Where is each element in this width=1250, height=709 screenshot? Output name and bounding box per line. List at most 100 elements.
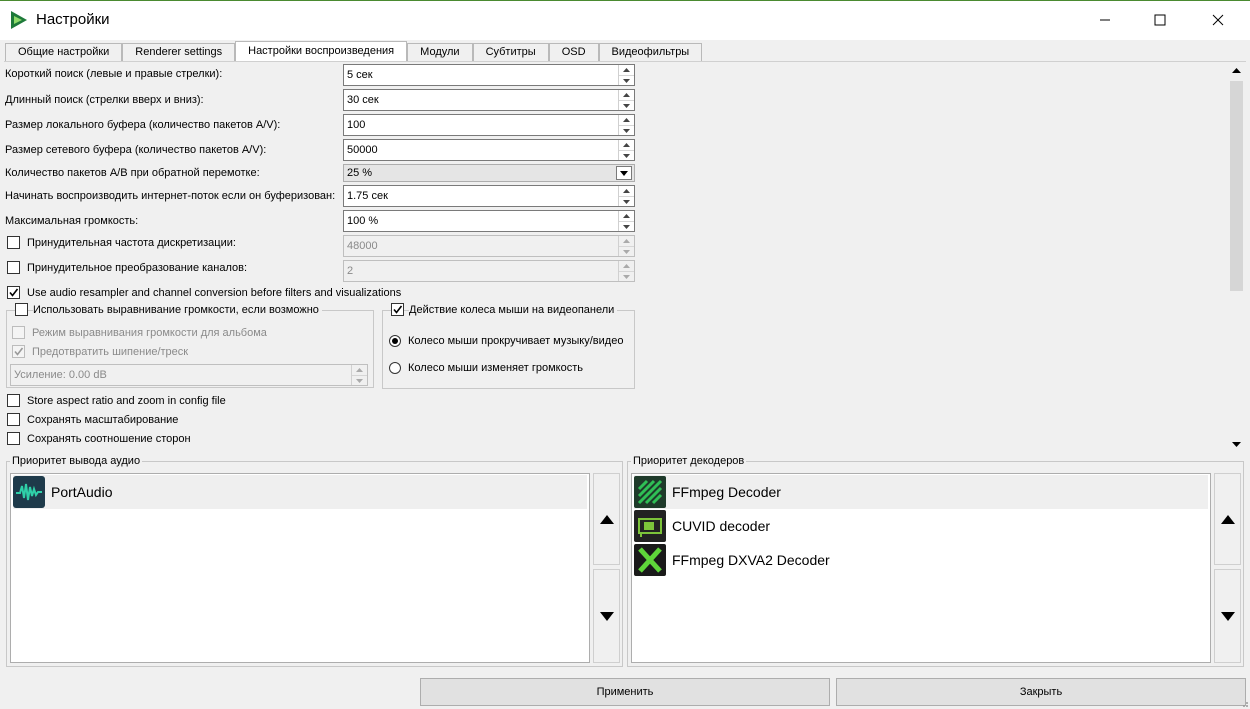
spin-down-icon[interactable]	[619, 100, 634, 110]
short-seek-label: Короткий поиск (левые и правые стрелки):	[5, 68, 223, 80]
spin-down-icon[interactable]	[619, 271, 634, 281]
scrollbar-thumb[interactable]	[1230, 81, 1243, 291]
short-seek-spinbox[interactable]: 5 сек	[343, 64, 635, 86]
decoder-list[interactable]: FFmpeg Decoder CUVID decoder FFmpeg DXVA…	[631, 473, 1211, 663]
checkmark-icon	[14, 347, 24, 356]
apply-button[interactable]: Применить	[420, 678, 830, 706]
decoder-priority-title: Приоритет декодеров	[631, 455, 747, 467]
network-buffer-spinbox[interactable]: 50000	[343, 139, 635, 161]
tab-video-filters[interactable]: Видеофильтры	[598, 43, 703, 62]
keep-ratio-checkbox[interactable]	[7, 432, 20, 445]
chevron-down-icon[interactable]	[616, 166, 632, 180]
scroll-up-icon[interactable]	[1228, 62, 1245, 79]
resampler-checkbox[interactable]	[7, 286, 20, 299]
close-window-button[interactable]	[1195, 1, 1241, 39]
decoder-move-down-button[interactable]	[1214, 569, 1241, 663]
settings-scrollbar[interactable]	[1228, 62, 1245, 454]
tab-modules[interactable]: Модули	[407, 43, 473, 62]
audio-output-list[interactable]: PortAudio	[10, 473, 590, 663]
list-item[interactable]: FFmpeg DXVA2 Decoder	[634, 543, 1208, 577]
samplerate-spinbox[interactable]: 48000	[343, 235, 635, 257]
spin-up-icon[interactable]	[619, 261, 634, 271]
waveform-icon	[13, 476, 45, 508]
tab-playback[interactable]: Настройки воспроизведения	[235, 41, 408, 62]
list-item[interactable]: CUVID decoder	[634, 509, 1208, 543]
wheel-scroll-label: Колесо мыши прокручивает музыку/видео	[408, 335, 624, 347]
spin-down-icon[interactable]	[619, 221, 634, 231]
list-item[interactable]: PortAudio	[13, 475, 587, 509]
tab-renderer[interactable]: Renderer settings	[122, 43, 236, 62]
gpu-card-icon	[634, 510, 666, 542]
spin-up-icon[interactable]	[619, 211, 634, 221]
audio-move-up-button[interactable]	[593, 473, 620, 565]
store-aspect-label: Store aspect ratio and zoom in config fi…	[27, 395, 226, 407]
wheel-action-checkbox[interactable]	[391, 303, 404, 316]
stream-buffered-label: Начинать воспроизводить интернет-поток е…	[5, 190, 336, 202]
scroll-down-icon[interactable]	[1228, 436, 1245, 453]
network-buffer-label: Размер сетевого буфера (количество пакет…	[5, 144, 267, 156]
window-title: Настройки	[36, 11, 110, 28]
keep-ratio-label: Сохранять соотношение сторон	[27, 433, 191, 445]
spin-up-icon[interactable]	[619, 115, 634, 125]
store-aspect-checkbox[interactable]	[7, 394, 20, 407]
spin-up-icon[interactable]	[619, 236, 634, 246]
arrow-up-icon	[1220, 514, 1235, 524]
tab-bar: Общие настройки Renderer settings Настро…	[5, 41, 703, 62]
spin-up-icon[interactable]	[352, 365, 367, 375]
checkmark-icon	[393, 305, 403, 314]
tab-osd[interactable]: OSD	[548, 43, 599, 62]
tab-subtitles[interactable]: Субтитры	[472, 43, 549, 62]
tab-general[interactable]: Общие настройки	[5, 43, 123, 62]
prevent-clipping-label: Предотвратить шипение/треск	[32, 346, 189, 358]
local-buffer-label: Размер локального буфера (количество пак…	[5, 119, 281, 131]
long-seek-spinbox[interactable]: 30 сек	[343, 89, 635, 111]
gain-spinbox[interactable]: Усиление: 0.00 dB	[10, 364, 368, 386]
spin-up-icon[interactable]	[619, 90, 634, 100]
backward-packets-label: Количество пакетов A/B при обратной пере…	[5, 167, 260, 179]
wheel-volume-radio[interactable]	[389, 362, 401, 374]
spin-down-icon[interactable]	[619, 75, 634, 85]
minimize-button[interactable]	[1082, 1, 1128, 39]
resize-grip-icon[interactable]	[1240, 699, 1249, 708]
force-samplerate-label: Принудительная частота дискретизации:	[27, 237, 236, 249]
force-samplerate-checkbox[interactable]	[7, 236, 20, 249]
arrow-up-icon	[599, 514, 614, 524]
minimize-icon	[1100, 19, 1110, 21]
spin-up-icon[interactable]	[619, 186, 634, 196]
channels-spinbox[interactable]: 2	[343, 260, 635, 282]
wheel-scroll-radio[interactable]	[389, 335, 401, 347]
force-channels-checkbox[interactable]	[7, 261, 20, 274]
keep-zoom-checkbox[interactable]	[7, 413, 20, 426]
list-item[interactable]: FFmpeg Decoder	[634, 475, 1208, 509]
maximize-icon	[1154, 14, 1166, 26]
wheel-volume-label: Колесо мыши изменяет громкость	[408, 362, 583, 374]
audio-move-down-button[interactable]	[593, 569, 620, 663]
album-mode-checkbox[interactable]	[12, 326, 25, 339]
title-bar: Настройки	[0, 0, 1250, 40]
force-channels-label: Принудительное преобразование каналов:	[27, 262, 248, 274]
spin-down-icon[interactable]	[619, 246, 634, 256]
spin-down-icon[interactable]	[352, 375, 367, 385]
normalization-checkbox[interactable]	[15, 303, 28, 316]
spin-up-icon[interactable]	[619, 140, 634, 150]
max-volume-spinbox[interactable]: 100 %	[343, 210, 635, 232]
spin-down-icon[interactable]	[619, 125, 634, 135]
audio-priority-title: Приоритет вывода аудио	[10, 455, 143, 467]
local-buffer-spinbox[interactable]: 100	[343, 114, 635, 136]
close-button[interactable]: Закрыть	[836, 678, 1246, 706]
album-mode-label: Режим выравнивания громкости для альбома	[32, 327, 267, 339]
spin-down-icon[interactable]	[619, 150, 634, 160]
arrow-down-icon	[1220, 611, 1235, 621]
spin-down-icon[interactable]	[619, 196, 634, 206]
max-volume-label: Максимальная громкость:	[5, 215, 139, 227]
normalization-label: Использовать выравнивание громкости, есл…	[33, 304, 322, 316]
decoder-move-up-button[interactable]	[1214, 473, 1241, 565]
backward-packets-combo[interactable]: 25 %	[343, 164, 635, 182]
prevent-clipping-checkbox[interactable]	[12, 345, 25, 358]
spin-up-icon[interactable]	[619, 65, 634, 75]
wheel-action-group	[382, 310, 635, 389]
stream-buffered-spinbox[interactable]: 1.75 сек	[343, 185, 635, 207]
resampler-label: Use audio resampler and channel conversi…	[27, 287, 402, 299]
dxva-x-icon	[634, 544, 666, 576]
maximize-button[interactable]	[1137, 1, 1183, 39]
